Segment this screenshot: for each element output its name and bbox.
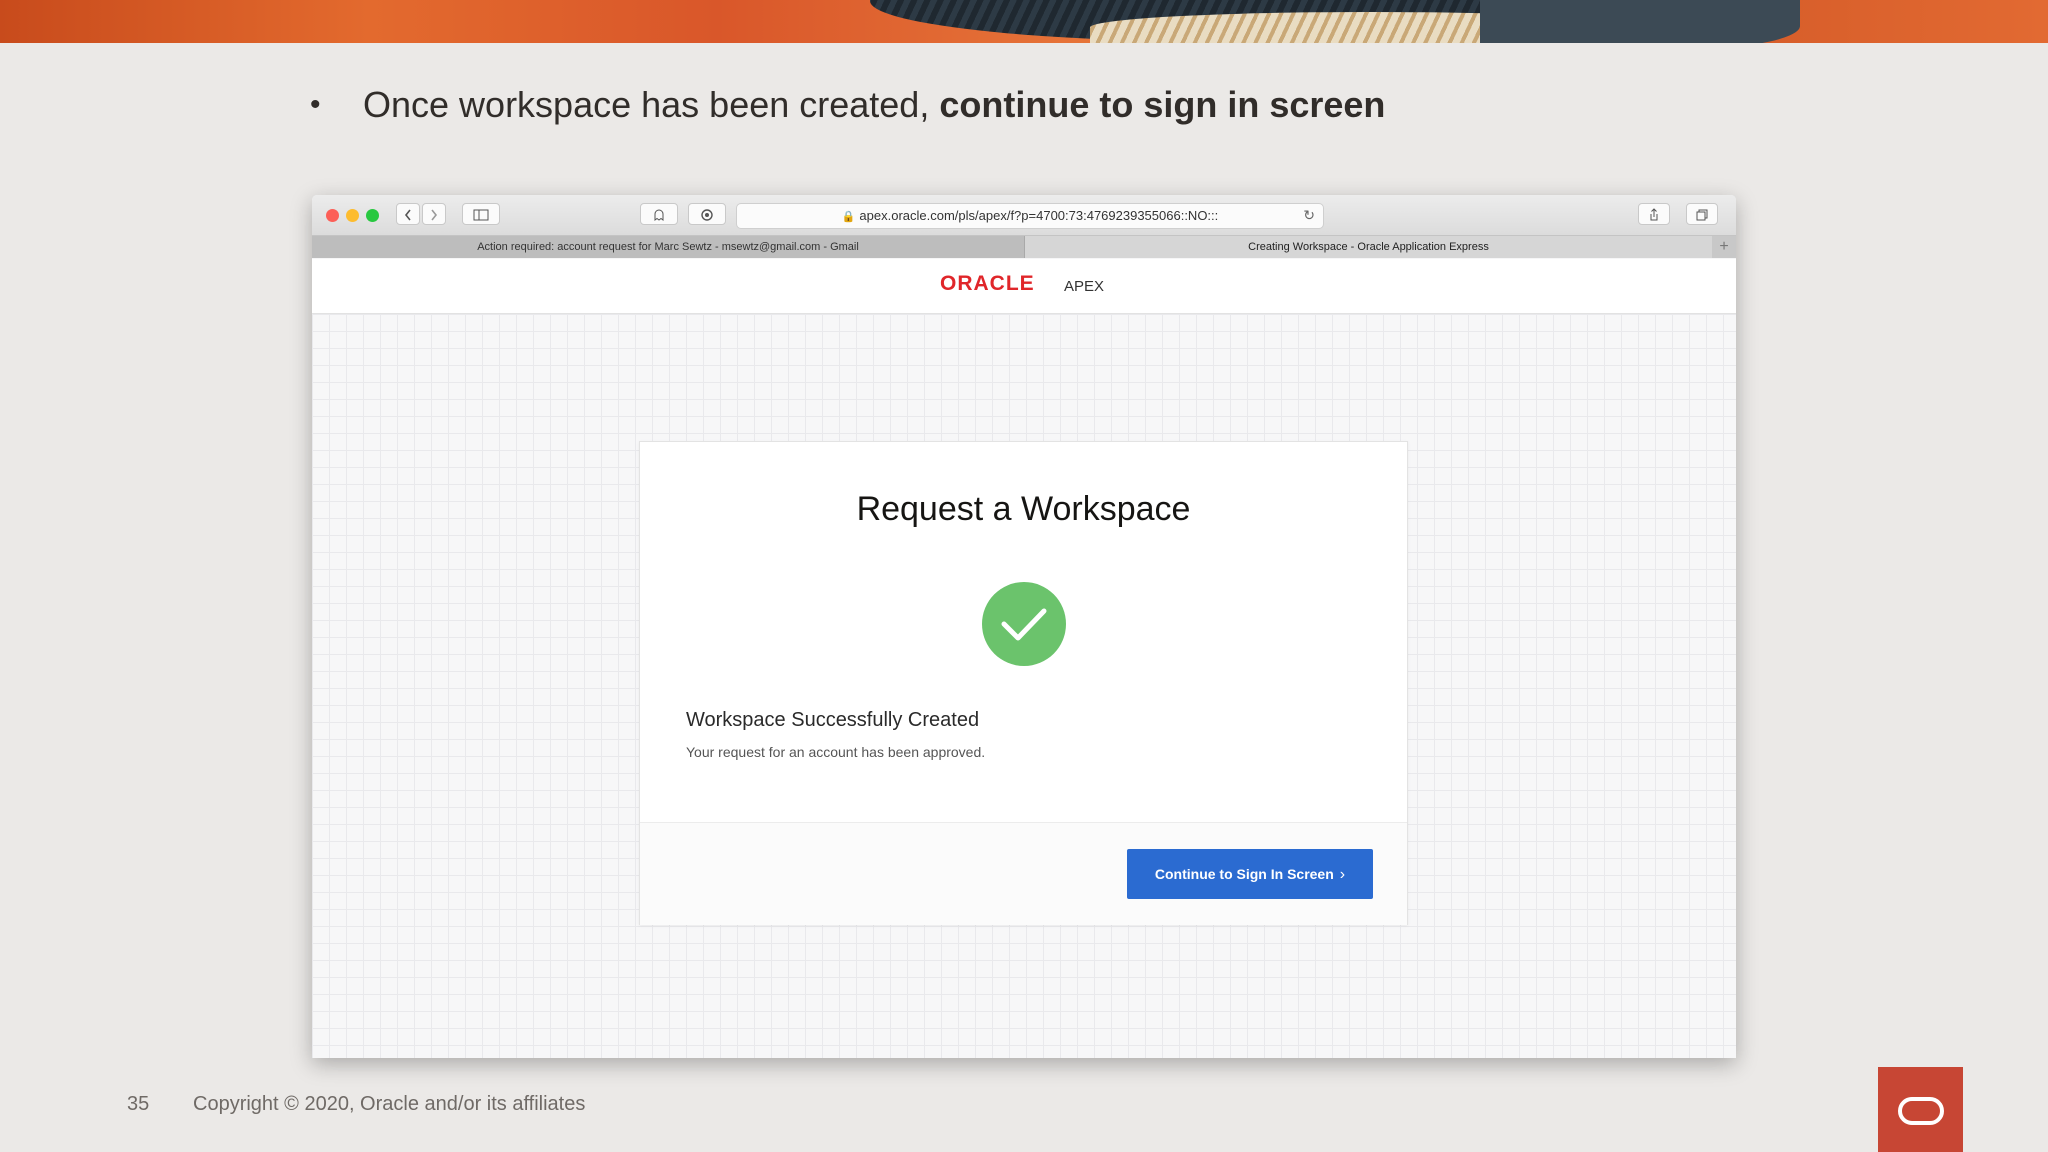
workspace-card: Request a Workspace Workspace Successful… bbox=[639, 441, 1408, 925]
oracle-logo-badge bbox=[1878, 1067, 1963, 1152]
page-body: Request a Workspace Workspace Successful… bbox=[312, 314, 1736, 1058]
card-title: Request a Workspace bbox=[856, 490, 1191, 528]
decorative-banner bbox=[0, 0, 2048, 43]
zoom-window-button[interactable] bbox=[366, 209, 379, 222]
page-number: 35 bbox=[127, 1093, 150, 1115]
ghost-icon bbox=[654, 209, 664, 221]
oracle-ring-icon bbox=[1898, 1097, 1944, 1125]
back-button[interactable] bbox=[396, 203, 420, 225]
tabs-overview-button[interactable] bbox=[1686, 203, 1718, 225]
continue-button-label: Continue to Sign In Screen bbox=[1154, 866, 1334, 882]
lock-icon: 🔒 bbox=[841, 211, 856, 223]
tab-gmail[interactable]: Action required: account request for Mar… bbox=[312, 236, 1025, 258]
sidebar-icon bbox=[473, 209, 489, 221]
address-bar[interactable]: 🔒 apex.oracle.com/pls/apex/f?p=4700:73:47… bbox=[736, 203, 1324, 229]
checkmark-icon bbox=[1001, 608, 1047, 641]
extension-button[interactable] bbox=[640, 203, 678, 225]
key-icon bbox=[701, 209, 713, 221]
banner-shape bbox=[1480, 0, 1800, 43]
chevron-right-icon bbox=[431, 209, 438, 221]
bullet-bold-text: continue to sign in screen bbox=[939, 84, 1386, 125]
bullet-text: Once workspace has been created, continu… bbox=[363, 84, 1385, 126]
oracle-logo: ORACLE bbox=[940, 272, 1035, 295]
bullet-icon: • bbox=[310, 88, 321, 121]
url-text: apex.oracle.com/pls/apex/f?p=4700:73:476… bbox=[859, 208, 1219, 223]
card-footer: Continue to Sign In Screen › bbox=[640, 822, 1407, 925]
apex-header: ORACLE APEX bbox=[312, 259, 1736, 314]
status-message: Your request for an account has been app… bbox=[686, 744, 986, 760]
close-window-button[interactable] bbox=[326, 209, 339, 222]
apex-product-name: APEX bbox=[1064, 278, 1105, 295]
chevron-left-icon bbox=[404, 209, 411, 221]
password-button[interactable] bbox=[688, 203, 726, 225]
bullet-regular-text: Once workspace has been created, bbox=[363, 84, 930, 125]
browser-window: 🔒 apex.oracle.com/pls/apex/f?p=4700:73:47… bbox=[312, 195, 1736, 1058]
sidebar-toggle-button[interactable] bbox=[462, 203, 500, 225]
tab-creating-workspace[interactable]: Creating Workspace - Oracle Application … bbox=[1025, 236, 1712, 258]
share-icon bbox=[1650, 208, 1658, 221]
success-check-icon bbox=[982, 582, 1066, 666]
forward-button[interactable] bbox=[422, 203, 446, 225]
tabs-icon bbox=[1696, 209, 1708, 221]
share-button[interactable] bbox=[1638, 203, 1670, 225]
status-title: Workspace Successfully Created bbox=[686, 709, 980, 731]
new-tab-icon[interactable]: + bbox=[1712, 236, 1736, 258]
copyright-text: Copyright © 2020, Oracle and/or its affi… bbox=[193, 1093, 586, 1115]
tab-bar: Action required: account request for Mar… bbox=[312, 236, 1736, 258]
browser-toolbar: 🔒 apex.oracle.com/pls/apex/f?p=4700:73:47… bbox=[312, 195, 1736, 236]
reload-icon[interactable]: ↻ bbox=[1303, 204, 1315, 227]
minimize-window-button[interactable] bbox=[346, 209, 359, 222]
chevron-right-icon: › bbox=[1339, 866, 1346, 883]
continue-to-sign-in-button[interactable]: Continue to Sign In Screen › bbox=[1127, 849, 1373, 899]
